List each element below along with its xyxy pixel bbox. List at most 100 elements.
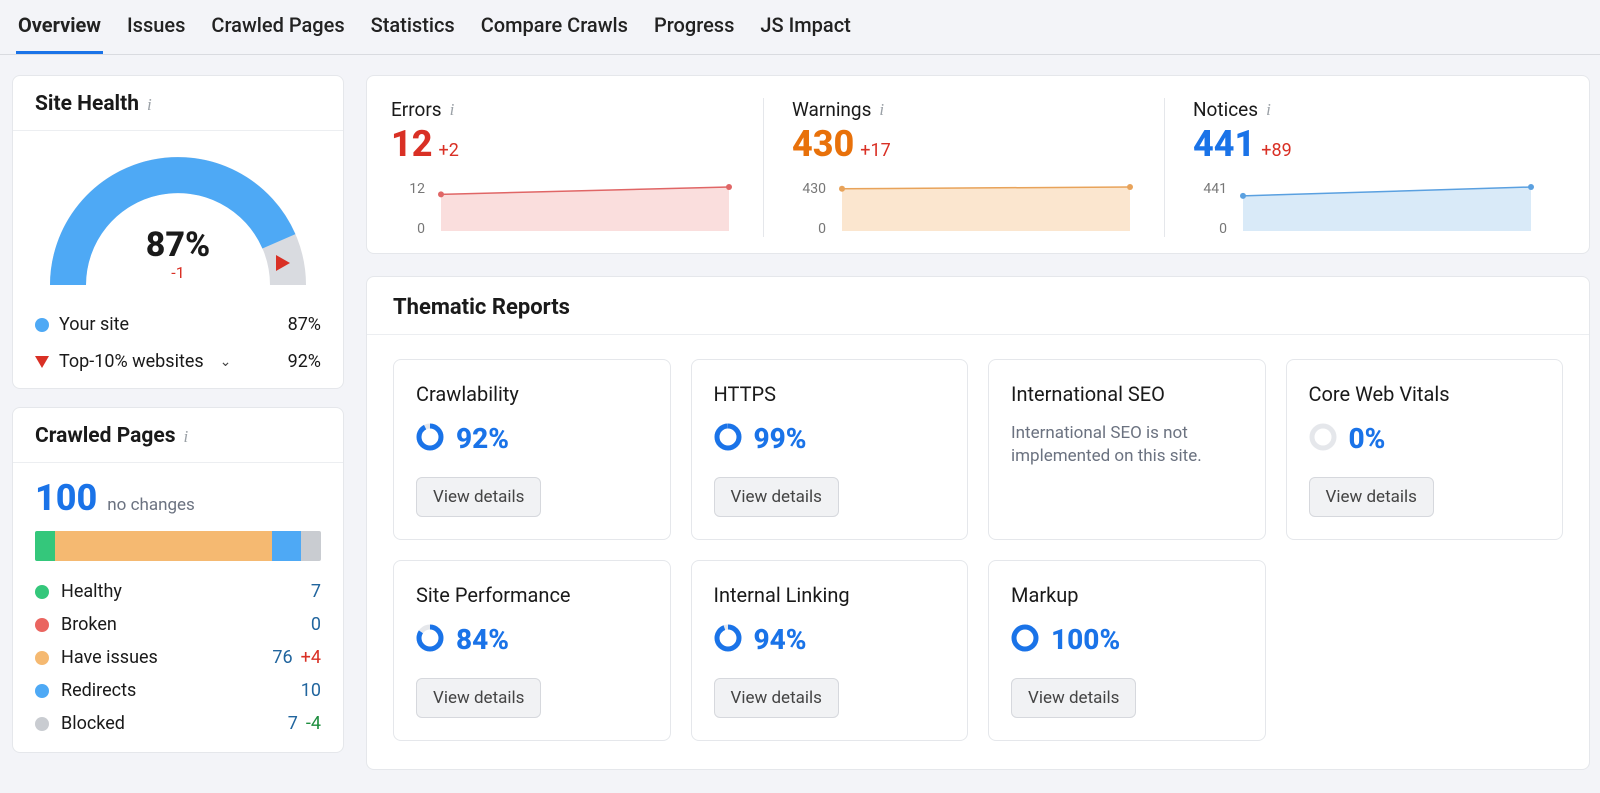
metric-delta: +89 [1261,140,1291,161]
view-details-button[interactable]: View details [714,678,839,718]
crawled-stacked-bar [35,531,321,561]
tab-compare-crawls[interactable]: Compare Crawls [479,0,630,54]
sparkline: 120 [391,175,735,237]
dot-icon [35,585,49,599]
report-intl_seo: International SEO International SEO is no… [988,359,1266,540]
legend-your-site-value: 87% [288,314,321,335]
legend-count: 0 [285,614,321,635]
report-markup: Markup 100% View details [988,560,1266,741]
dot-icon [35,684,49,698]
info-icon[interactable]: i [147,96,152,113]
bar-segment-redirects[interactable] [272,531,301,561]
bar-segment-blocked[interactable] [301,531,321,561]
report-pct: 92% [456,422,509,455]
chevron-down-icon: ⌄ [220,354,232,370]
legend-row-blocked[interactable]: Blocked7 -4 [35,713,321,734]
report-title: Markup [1011,583,1243,607]
crawled-total: 100 [35,477,97,519]
site-health-card: Site Health i 87% -1 [12,75,344,389]
report-pct: 100% [1051,623,1120,656]
legend-row-broken[interactable]: Broken0 [35,614,321,635]
legend-delta: +4 [301,647,321,668]
legend-delta: -4 [306,713,321,734]
legend-count: 76 [257,647,293,668]
view-details-button[interactable]: View details [1309,477,1434,517]
report-title: Internal Linking [714,583,946,607]
view-details-button[interactable]: View details [714,477,839,517]
report-site_perf: Site Performance84%View details [393,560,671,741]
dot-icon [35,618,49,632]
report-title: International SEO [1011,382,1243,406]
dot-icon [35,318,49,332]
legend-top10-value: 92% [288,351,321,372]
view-details-button[interactable]: View details [1011,678,1136,718]
report-internal_link: Internal Linking 94% View details [691,560,969,741]
info-icon[interactable]: i [183,428,188,445]
legend-top10-toggle[interactable]: Top-10% websites ⌄ [35,351,231,372]
bar-segment-have_issues[interactable] [55,531,272,561]
thematic-card: Thematic Reports Crawlability 92% View det… [366,276,1590,770]
legend-label: Have issues [61,647,257,668]
view-details-button[interactable]: View details [416,477,541,517]
metric-title: Errors [391,98,442,121]
donut-icon [416,624,444,656]
legend-label: Healthy [61,581,285,602]
report-title: HTTPS [714,382,946,406]
legend-row-have_issues[interactable]: Have issues76 +4 [35,647,321,668]
view-details-button[interactable]: View details [416,678,541,718]
metric-value: 12 [391,123,433,165]
tab-overview[interactable]: Overview [16,0,103,54]
crawled-change: no changes [107,495,195,515]
site-health-score: 87% [13,225,343,265]
legend-count: 10 [285,680,321,701]
report-cwv: Core Web Vitals 0% View details [1286,359,1564,540]
metrics-card: Errorsi12+2120Warningsi430+174300Notices… [366,75,1590,254]
legend-label: Blocked [61,713,262,734]
legend-your-site: Your site [59,314,129,335]
report-pct: 84% [456,623,509,656]
donut-icon [714,624,742,656]
tab-crawled-pages[interactable]: Crawled Pages [209,0,346,54]
site-health-delta: -1 [13,263,343,282]
metric-value: 441 [1193,123,1255,165]
tabs-bar: Overview Issues Crawled Pages Statistics Com… [0,0,1600,55]
donut-icon [1011,624,1039,656]
tab-issues[interactable]: Issues [125,0,187,54]
report-crawlability: Crawlability 92% View details [393,359,671,540]
crawled-pages-title: Crawled Pages [35,424,175,448]
legend-count: 7 [262,713,298,734]
info-icon[interactable]: i [879,101,884,118]
site-health-title: Site Health [35,92,139,116]
bar-segment-healthy[interactable] [35,531,55,561]
info-icon[interactable]: i [450,101,455,118]
metric-title: Warnings [792,98,871,121]
report-note: International SEO is not implemented on … [1011,422,1243,468]
legend-row-redirects[interactable]: Redirects10 [35,680,321,701]
tab-progress[interactable]: Progress [652,0,736,54]
thematic-title: Thematic Reports [393,295,570,320]
sparkline: 4410 [1193,175,1537,237]
sparkline: 4300 [792,175,1136,237]
report-pct: 0% [1349,422,1386,455]
report-pct: 94% [754,623,807,656]
metric-warnings[interactable]: Warningsi430+174300 [763,98,1164,237]
legend-label: Broken [61,614,285,635]
info-icon[interactable]: i [1266,101,1271,118]
donut-icon [416,423,444,455]
metric-value: 430 [792,123,854,165]
metric-notices[interactable]: Notices i 441 +89 4410 [1164,98,1565,237]
report-title: Crawlability [416,382,648,406]
metric-errors[interactable]: Errorsi12+2120 [391,98,763,237]
tab-js-impact[interactable]: JS Impact [758,0,852,54]
dot-icon [35,717,49,731]
report-title: Core Web Vitals [1309,382,1541,406]
metric-title: Notices [1193,98,1258,121]
donut-icon [714,423,742,455]
donut-icon [1309,423,1337,455]
legend-label: Redirects [61,680,285,701]
dot-icon [35,651,49,665]
tab-statistics[interactable]: Statistics [369,0,457,54]
report-pct: 99% [754,422,807,455]
legend-count: 7 [285,581,321,602]
legend-row-healthy[interactable]: Healthy7 [35,581,321,602]
